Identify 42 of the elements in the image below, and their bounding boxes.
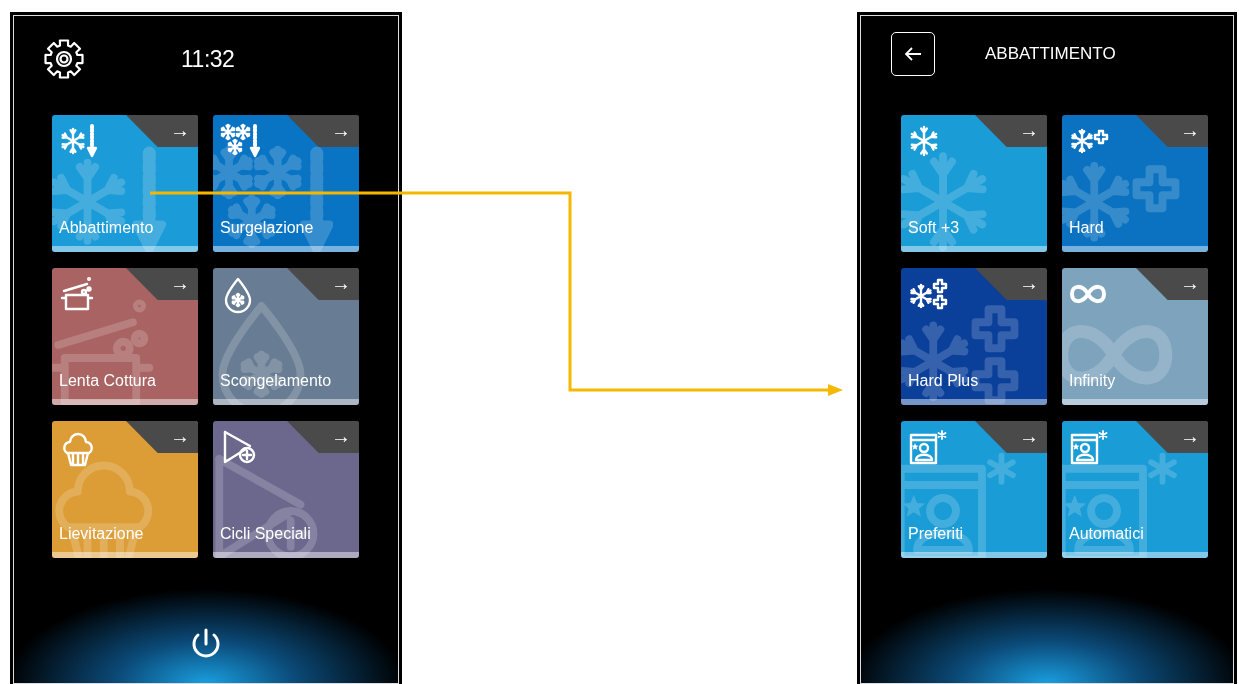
arrow-tab[interactable]: → <box>126 268 198 300</box>
arrow-tab[interactable]: → <box>1136 115 1208 147</box>
tile-label: Soft +3 <box>908 219 961 237</box>
tile-label: Automatici <box>1069 525 1145 543</box>
back-button[interactable] <box>891 32 935 76</box>
mode-tile[interactable]: → Scongelamento <box>213 268 359 405</box>
arrow-tab[interactable]: → <box>126 421 198 453</box>
mode-tile[interactable]: → Abbattimento <box>52 115 198 252</box>
arrow-tab[interactable]: → <box>975 421 1047 453</box>
settings-icon[interactable] <box>42 37 86 81</box>
arrow-tab[interactable]: → <box>287 115 359 147</box>
arrow-tab[interactable]: → <box>287 421 359 453</box>
arrow-tab[interactable]: → <box>1136 421 1208 453</box>
tile-label: Hard Plus <box>908 372 980 390</box>
tile-label: Lenta Cottura <box>59 372 157 390</box>
clock-time: 11:32 <box>181 45 235 73</box>
tile-label: Cicli Speciali <box>220 525 312 543</box>
arrow-tab[interactable]: → <box>126 115 198 147</box>
mode-tile[interactable]: → Hard Plus <box>901 268 1047 405</box>
mode-tile[interactable]: → Lievitazione <box>52 421 198 558</box>
mode-tile[interactable]: → Cicli Speciali <box>213 421 359 558</box>
tile-label: Lievitazione <box>59 525 145 543</box>
mode-icon <box>1069 429 1109 467</box>
arrow-tab[interactable]: → <box>975 268 1047 300</box>
tile-label: Hard <box>1069 219 1105 237</box>
mode-tile[interactable]: → Preferiti <box>901 421 1047 558</box>
tile-label: Preferiti <box>908 525 965 543</box>
mode-tile[interactable]: → Lenta Cottura <box>52 268 198 405</box>
mode-tile[interactable]: → Automatici <box>1062 421 1208 558</box>
tile-label: Surgelazione <box>220 219 315 237</box>
tile-label: Abbattimento <box>59 219 155 237</box>
mode-tile[interactable]: → Infinity <box>1062 268 1208 405</box>
screen-title: ABBATTIMENTO <box>985 44 1116 64</box>
mode-tile[interactable]: → Hard <box>1062 115 1208 252</box>
mode-tile[interactable]: → Surgelazione <box>213 115 359 252</box>
mode-tile[interactable]: → Soft +3 <box>901 115 1047 252</box>
mode-icon <box>908 429 948 467</box>
arrow-tab[interactable]: → <box>287 268 359 300</box>
arrow-tab[interactable]: → <box>1136 268 1208 300</box>
arrow-tab[interactable]: → <box>975 115 1047 147</box>
tile-label: Scongelamento <box>220 372 333 390</box>
tile-label: Infinity <box>1069 372 1117 390</box>
